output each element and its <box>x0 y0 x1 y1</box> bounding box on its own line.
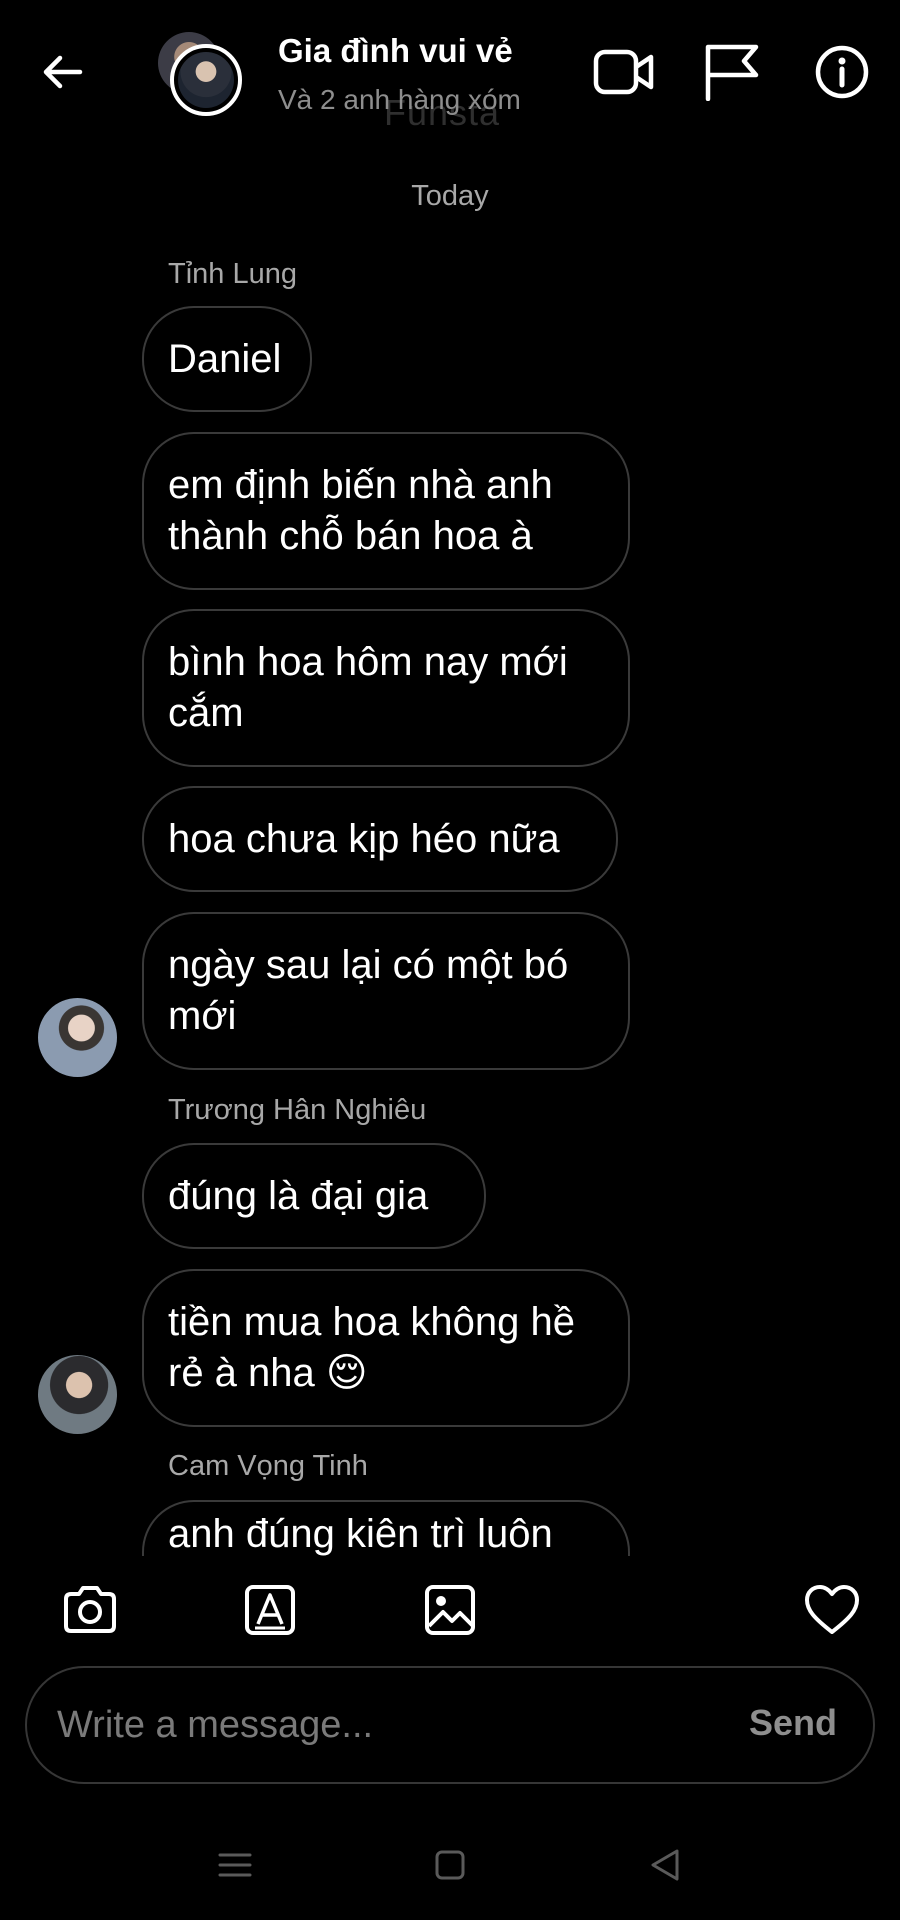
chat-screen: Funsta Gia đình vui vẻ Và 2 anh hàng xóm… <box>0 0 900 1920</box>
member-avatar-front <box>170 44 242 116</box>
sticker-button[interactable] <box>238 1578 302 1642</box>
video-call-button[interactable] <box>592 40 656 104</box>
message-bubble[interactable]: đúng là đại gia <box>142 1143 486 1249</box>
send-button[interactable]: Send <box>749 1702 837 1744</box>
back-button[interactable] <box>30 40 94 104</box>
back-icon <box>651 1849 679 1881</box>
message-text: bình hoa hôm nay mới cắm <box>168 640 568 735</box>
message-text: tiền mua hoa không hề rẻ à nha 😌 <box>168 1300 575 1395</box>
message-text: hoa chưa kịp héo nữa <box>168 816 560 861</box>
message-input[interactable] <box>57 1668 707 1782</box>
heart-icon <box>805 1585 859 1634</box>
date-separator: Today <box>411 180 489 212</box>
back-arrow-icon <box>43 55 83 89</box>
like-button[interactable] <box>800 1578 864 1642</box>
chat-header: Funsta Gia đình vui vẻ Và 2 anh hàng xóm <box>0 0 900 150</box>
sender-name: Cam Vọng Tinh <box>168 1450 368 1482</box>
message-bubble[interactable]: hoa chưa kịp héo nữa <box>142 786 618 892</box>
recents-button[interactable] <box>205 1840 265 1890</box>
info-button[interactable] <box>810 40 874 104</box>
home-icon <box>435 1850 465 1880</box>
message-text: Daniel <box>168 336 282 381</box>
sender-avatar[interactable] <box>38 998 117 1077</box>
message-bubble[interactable]: Daniel <box>142 306 312 412</box>
menu-icon <box>218 1853 252 1877</box>
report-button[interactable] <box>700 40 764 104</box>
sticker-icon <box>245 1585 295 1635</box>
sender-avatar[interactable] <box>38 1355 117 1434</box>
message-bubble[interactable]: bình hoa hôm nay mới cắm <box>142 609 630 767</box>
group-avatar[interactable] <box>158 30 258 120</box>
camera-button[interactable] <box>58 1578 122 1642</box>
conversation-subtitle[interactable]: Và 2 anh hàng xóm <box>278 84 521 116</box>
flag-icon <box>705 44 759 101</box>
message-text: anh đúng kiên trì luôn <box>168 1512 553 1556</box>
camera-icon <box>64 1586 116 1633</box>
message-bubble[interactable]: tiền mua hoa không hề rẻ à nha 😌 <box>142 1269 630 1427</box>
conversation-title[interactable]: Gia đình vui vẻ <box>278 32 513 70</box>
gallery-button[interactable] <box>418 1578 482 1642</box>
message-bubble[interactable]: em định biến nhà anh thành chỗ bán hoa à <box>142 432 630 590</box>
video-call-icon <box>593 49 654 95</box>
chat-clip-region: anh đúng kiên trì luôn <box>0 1490 900 1556</box>
sender-name: Trương Hân Nghiêu <box>168 1094 427 1126</box>
system-back-button[interactable] <box>635 1840 695 1890</box>
info-icon <box>815 45 869 99</box>
sender-name: Tỉnh Lung <box>168 258 297 290</box>
message-composer: Send <box>25 1666 875 1784</box>
message-text: em định biến nhà anh thành chỗ bán hoa à <box>168 463 553 558</box>
message-text: đúng là đại gia <box>168 1173 429 1218</box>
home-button[interactable] <box>420 1840 480 1890</box>
message-bubble[interactable]: anh đúng kiên trì luôn <box>142 1500 630 1556</box>
message-text: ngày sau lại có một bó mới <box>168 943 569 1038</box>
gallery-icon <box>425 1585 475 1635</box>
message-bubble[interactable]: ngày sau lại có một bó mới <box>142 912 630 1070</box>
